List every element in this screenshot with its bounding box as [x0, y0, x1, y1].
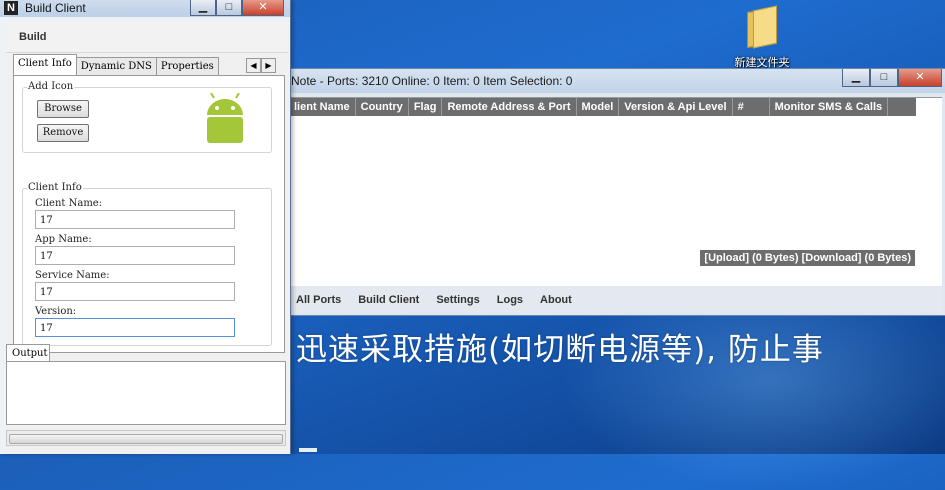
build-tabs: Client Info Dynamic DNS Properties: [13, 54, 219, 76]
menu-settings[interactable]: Settings: [436, 294, 479, 306]
client-list-header: lient Name Country Flag Remote Address &…: [289, 98, 916, 116]
build-titlebar[interactable]: N Build Client ▁ □ ✕: [0, 0, 290, 17]
main-maximize-button[interactable]: □: [870, 69, 898, 87]
app-name-field[interactable]: 17: [35, 246, 235, 265]
client-info-group: Client Info Client Name: 17 App Name: 17…: [22, 182, 272, 346]
main-close-button[interactable]: ✕: [898, 69, 942, 87]
desktop-mark: [299, 448, 317, 452]
client-info-panel: Add Icon Browse Remove Client Info Clien…: [13, 75, 285, 353]
client-name-label: Client Name:: [35, 198, 103, 209]
add-icon-label: Add Icon: [27, 81, 75, 92]
folder-icon: [747, 4, 777, 49]
menu-build[interactable]: Build: [19, 31, 47, 43]
tab-client-info[interactable]: Client Info: [13, 54, 77, 76]
build-window-body: Build Client Info Dynamic DNS Properties…: [6, 22, 288, 454]
scrollbar-thumb[interactable]: [9, 434, 283, 444]
main-menu: All Ports Build Client Settings Logs Abo…: [289, 287, 942, 313]
column-model[interactable]: Model: [577, 98, 620, 116]
tab-scroll-right-icon[interactable]: ▶: [261, 58, 276, 73]
tab-scroll-arrows: ◀ ▶: [246, 58, 276, 73]
main-window-title: Note - Ports: 3210 Online: 0 Item: 0 Ite…: [291, 74, 573, 88]
app-logo-icon: N: [4, 1, 18, 15]
android-icon: [207, 93, 243, 143]
menu-all-ports[interactable]: All Ports: [296, 294, 341, 306]
version-label: Version:: [35, 306, 77, 317]
main-minimize-button[interactable]: ▁: [842, 69, 870, 87]
transfer-status: [Upload] (0 Bytes) [Download] (0 Bytes): [700, 250, 915, 266]
column-remote-address[interactable]: Remote Address & Port: [442, 98, 577, 116]
desktop-folder[interactable]: 新建文件夹: [730, 4, 794, 70]
client-name-field[interactable]: 17: [35, 210, 235, 229]
client-list[interactable]: lient Name Country Flag Remote Address &…: [289, 97, 942, 286]
menu-about[interactable]: About: [540, 294, 572, 306]
add-icon-group: Add Icon Browse Remove: [22, 81, 272, 153]
build-window-title: Build Client: [25, 1, 86, 15]
desktop-overlay-text: 迅速采取措施(如切断电源等), 防止事: [296, 332, 824, 368]
column-flag[interactable]: Flag: [409, 98, 443, 116]
column-monitor[interactable]: Monitor SMS & Calls: [770, 98, 889, 116]
menu-logs[interactable]: Logs: [497, 294, 523, 306]
column-country[interactable]: Country: [356, 98, 409, 116]
build-close-button[interactable]: ✕: [242, 0, 284, 16]
remove-button[interactable]: Remove: [37, 124, 89, 142]
browse-button[interactable]: Browse: [37, 100, 89, 118]
build-minimize-button[interactable]: ▁: [190, 0, 216, 16]
column-client-name[interactable]: lient Name: [289, 98, 356, 116]
tab-output[interactable]: Output: [6, 344, 50, 361]
app-name-label: App Name:: [35, 234, 92, 245]
tab-properties[interactable]: Properties: [155, 57, 219, 76]
build-menubar: Build: [6, 22, 288, 53]
output-scrollbar[interactable]: [6, 430, 286, 446]
main-titlebar[interactable]: Note - Ports: 3210 Online: 0 Item: 0 Ite…: [289, 69, 945, 93]
service-name-label: Service Name:: [35, 270, 110, 281]
column-version[interactable]: Version & Api Level: [619, 98, 733, 116]
output-panel[interactable]: [6, 361, 286, 425]
menu-build-client[interactable]: Build Client: [358, 294, 419, 306]
service-name-field[interactable]: 17: [35, 282, 235, 301]
build-maximize-button[interactable]: □: [216, 0, 242, 16]
version-field[interactable]: 17: [35, 318, 235, 337]
tab-dynamic-dns[interactable]: Dynamic DNS: [75, 57, 157, 76]
tab-scroll-left-icon[interactable]: ◀: [246, 58, 261, 73]
main-window: Note - Ports: 3210 Online: 0 Item: 0 Ite…: [288, 68, 945, 316]
client-info-label: Client Info: [27, 182, 83, 193]
column-number[interactable]: #: [733, 98, 770, 116]
build-client-window: N Build Client ▁ □ ✕ Build Client Info D…: [0, 0, 291, 454]
